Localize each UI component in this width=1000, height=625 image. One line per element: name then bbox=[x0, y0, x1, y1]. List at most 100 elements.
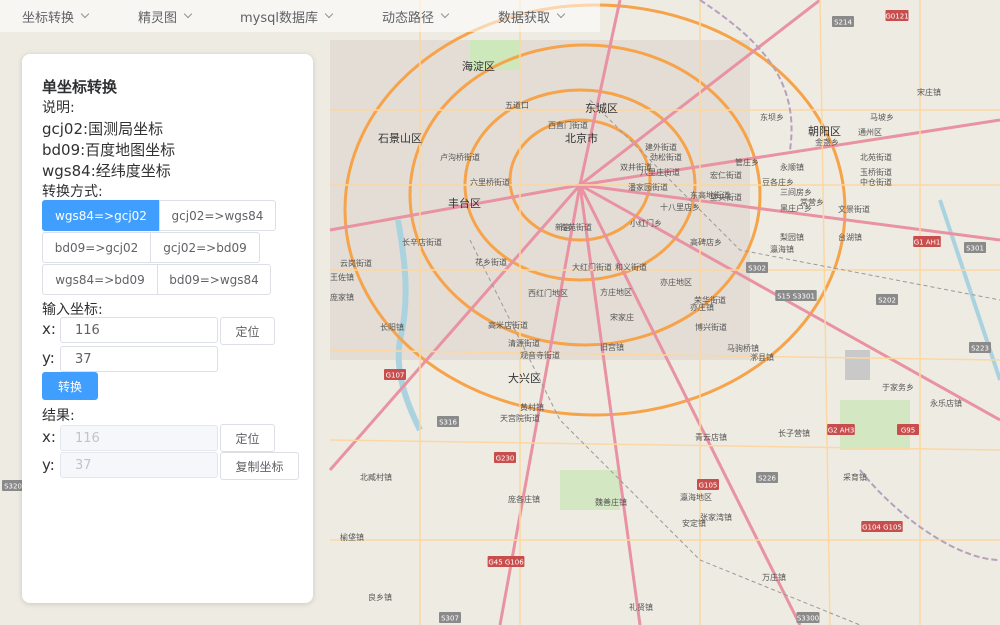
map-place-label: 清源街道 bbox=[508, 338, 540, 348]
map-place-label: 高碑店乡 bbox=[690, 237, 722, 247]
map-place-label: 张家湾镇 bbox=[700, 512, 732, 522]
map-place-label: 台湖镇 bbox=[838, 232, 862, 242]
map-place-label: 文景街道 bbox=[838, 204, 870, 214]
route-shield: G95 bbox=[897, 424, 919, 435]
map-place-label: 豆各庄乡 bbox=[762, 177, 794, 187]
route-shield: G107 bbox=[384, 369, 406, 380]
route-shield-label: S3300 bbox=[797, 615, 819, 623]
map-place-label: 亦庄地区 bbox=[660, 277, 692, 287]
chevron-down-icon bbox=[183, 9, 193, 19]
menu-mysql[interactable]: mysql数据库 bbox=[240, 0, 334, 32]
menu-data-fetch[interactable]: 数据获取 bbox=[498, 0, 566, 32]
map-place-label: 漷县镇 bbox=[750, 352, 774, 362]
map-place-label: 瀛海镇 bbox=[770, 244, 794, 254]
map-place-label: 万庄镇 bbox=[762, 572, 786, 582]
mode-button-bd09-gcj02[interactable]: bd09=>gcj02 bbox=[42, 232, 151, 263]
route-shield: G0121 bbox=[885, 10, 909, 21]
map-place-label: 魏善庄镇 bbox=[595, 497, 627, 507]
route-shield: S316 bbox=[437, 416, 459, 427]
coordinate-convert-panel: 单坐标转换 说明: gcj02:国测局坐标 bd09:百度地图坐标 wgs84:… bbox=[22, 54, 313, 603]
map-place-label: 长子营镇 bbox=[778, 428, 810, 438]
chevron-down-icon bbox=[324, 9, 334, 19]
description-label: 说明: bbox=[42, 100, 75, 116]
map-place-label: 马驹桥镇 bbox=[727, 343, 759, 353]
airport-area bbox=[845, 350, 870, 380]
map-place-label: 常营乡 bbox=[800, 197, 824, 207]
result-y-field: 37 bbox=[60, 452, 218, 478]
map-place-label: 荣华街道 bbox=[694, 295, 726, 305]
map-place-label: 双井街道 bbox=[620, 162, 652, 172]
map-place-label: 建外街道 bbox=[645, 142, 677, 152]
map-place-label: 西直门街道 bbox=[548, 120, 588, 130]
locate-result-button[interactable]: 定位 bbox=[220, 424, 275, 452]
route-shield-label: S320 bbox=[4, 483, 22, 491]
menu-label: mysql数据库 bbox=[240, 10, 318, 26]
route-shield: G105 bbox=[697, 479, 719, 490]
route-shield-label: S15 S3301 bbox=[777, 293, 815, 301]
mode-button-wgs84-gcj02[interactable]: wgs84=>gcj02 bbox=[42, 200, 160, 231]
map-place-label: 北苑街道 bbox=[860, 152, 892, 162]
map-place-label: 六里桥街道 bbox=[470, 177, 510, 187]
map-place-label: 黄村镇 bbox=[520, 402, 544, 412]
menu-label: 精灵图 bbox=[138, 10, 178, 26]
route-shield-label: S202 bbox=[878, 297, 896, 305]
route-shield: S320 bbox=[2, 480, 24, 491]
route-shield-label: G107 bbox=[386, 372, 405, 380]
menu-label: 动态路径 bbox=[382, 10, 435, 26]
route-shield: G45 G106 bbox=[487, 556, 525, 567]
map-place-label: 大红门街道 bbox=[572, 262, 612, 272]
menu-label: 坐标转换 bbox=[22, 10, 75, 26]
copy-coordinate-button[interactable]: 复制坐标 bbox=[220, 452, 299, 480]
map-place-label: 新宫 bbox=[555, 222, 571, 232]
route-shield-label: S302 bbox=[748, 265, 766, 273]
map-place-label: 花乡街道 bbox=[475, 257, 507, 267]
input-coordinate-label: 输入坐标: bbox=[42, 302, 103, 318]
mode-button-bd09-wgs84[interactable]: bd09=>wgs84 bbox=[157, 264, 271, 295]
menu-sprite[interactable]: 精灵图 bbox=[138, 0, 193, 32]
map-place-label: 永顺镇 bbox=[780, 162, 804, 172]
map-place-label: 五道口 bbox=[505, 100, 529, 110]
route-shield-label: S301 bbox=[966, 245, 984, 253]
map-place-label: 朝阳区 bbox=[808, 125, 841, 138]
map-place-label: 十八里店乡 bbox=[660, 202, 700, 212]
menu-dynamic-path[interactable]: 动态路径 bbox=[382, 0, 450, 32]
chevron-down-icon bbox=[440, 9, 450, 19]
description-line-gcj02: gcj02:国测局坐标 bbox=[42, 120, 164, 138]
map-place-label: 东坝乡 bbox=[760, 112, 784, 122]
route-shield: S307 bbox=[439, 612, 461, 623]
map-place-label: 中仓街道 bbox=[860, 177, 892, 187]
map-place-label: 北京市 bbox=[565, 131, 598, 145]
map-place-label: 梨园镇 bbox=[780, 232, 804, 242]
map-place-label: 宋庄镇 bbox=[917, 87, 941, 97]
map-place-label: 宏仁街道 bbox=[710, 170, 742, 180]
map-place-label: 劲松街道 bbox=[650, 152, 682, 162]
y-label: y: bbox=[42, 349, 55, 367]
convert-button[interactable]: 转换 bbox=[42, 372, 98, 400]
locate-input-button[interactable]: 定位 bbox=[220, 317, 275, 345]
y-input[interactable]: 37 bbox=[60, 346, 218, 372]
description-line-bd09: bd09:百度地图坐标 bbox=[42, 141, 176, 159]
route-shield: S223 bbox=[969, 342, 991, 353]
map-place-label: 方庄地区 bbox=[600, 287, 632, 297]
x-input[interactable]: 116 bbox=[60, 317, 218, 343]
map-place-label: 金盏乡 bbox=[815, 137, 839, 147]
route-shield-label: S226 bbox=[758, 475, 776, 483]
map-place-label: 礼贤镇 bbox=[629, 602, 653, 612]
map-place-label: 垡头街道 bbox=[710, 192, 742, 202]
map-place-label: 通州区 bbox=[858, 127, 882, 137]
mode-button-gcj02-wgs84[interactable]: gcj02=>wgs84 bbox=[159, 200, 276, 231]
result-x-label: x: bbox=[42, 428, 56, 446]
menu-label: 数据获取 bbox=[498, 10, 551, 26]
mode-button-wgs84-bd09[interactable]: wgs84=>bd09 bbox=[42, 264, 158, 295]
map-place-label: 榆垡镇 bbox=[340, 532, 364, 542]
map-place-label: 长辛店街道 bbox=[402, 237, 442, 247]
route-shield: S226 bbox=[756, 472, 778, 483]
map-place-label: 北臧村镇 bbox=[360, 472, 392, 482]
route-shield: S202 bbox=[876, 294, 898, 305]
route-shield: S302 bbox=[746, 262, 768, 273]
menu-coordinate-convert[interactable]: 坐标转换 bbox=[22, 0, 90, 32]
mode-label: 转换方式: bbox=[42, 184, 103, 200]
mode-button-gcj02-bd09[interactable]: gcj02=>bd09 bbox=[150, 232, 260, 263]
x-label: x: bbox=[42, 320, 56, 338]
map-place-label: 采育镇 bbox=[843, 472, 867, 482]
